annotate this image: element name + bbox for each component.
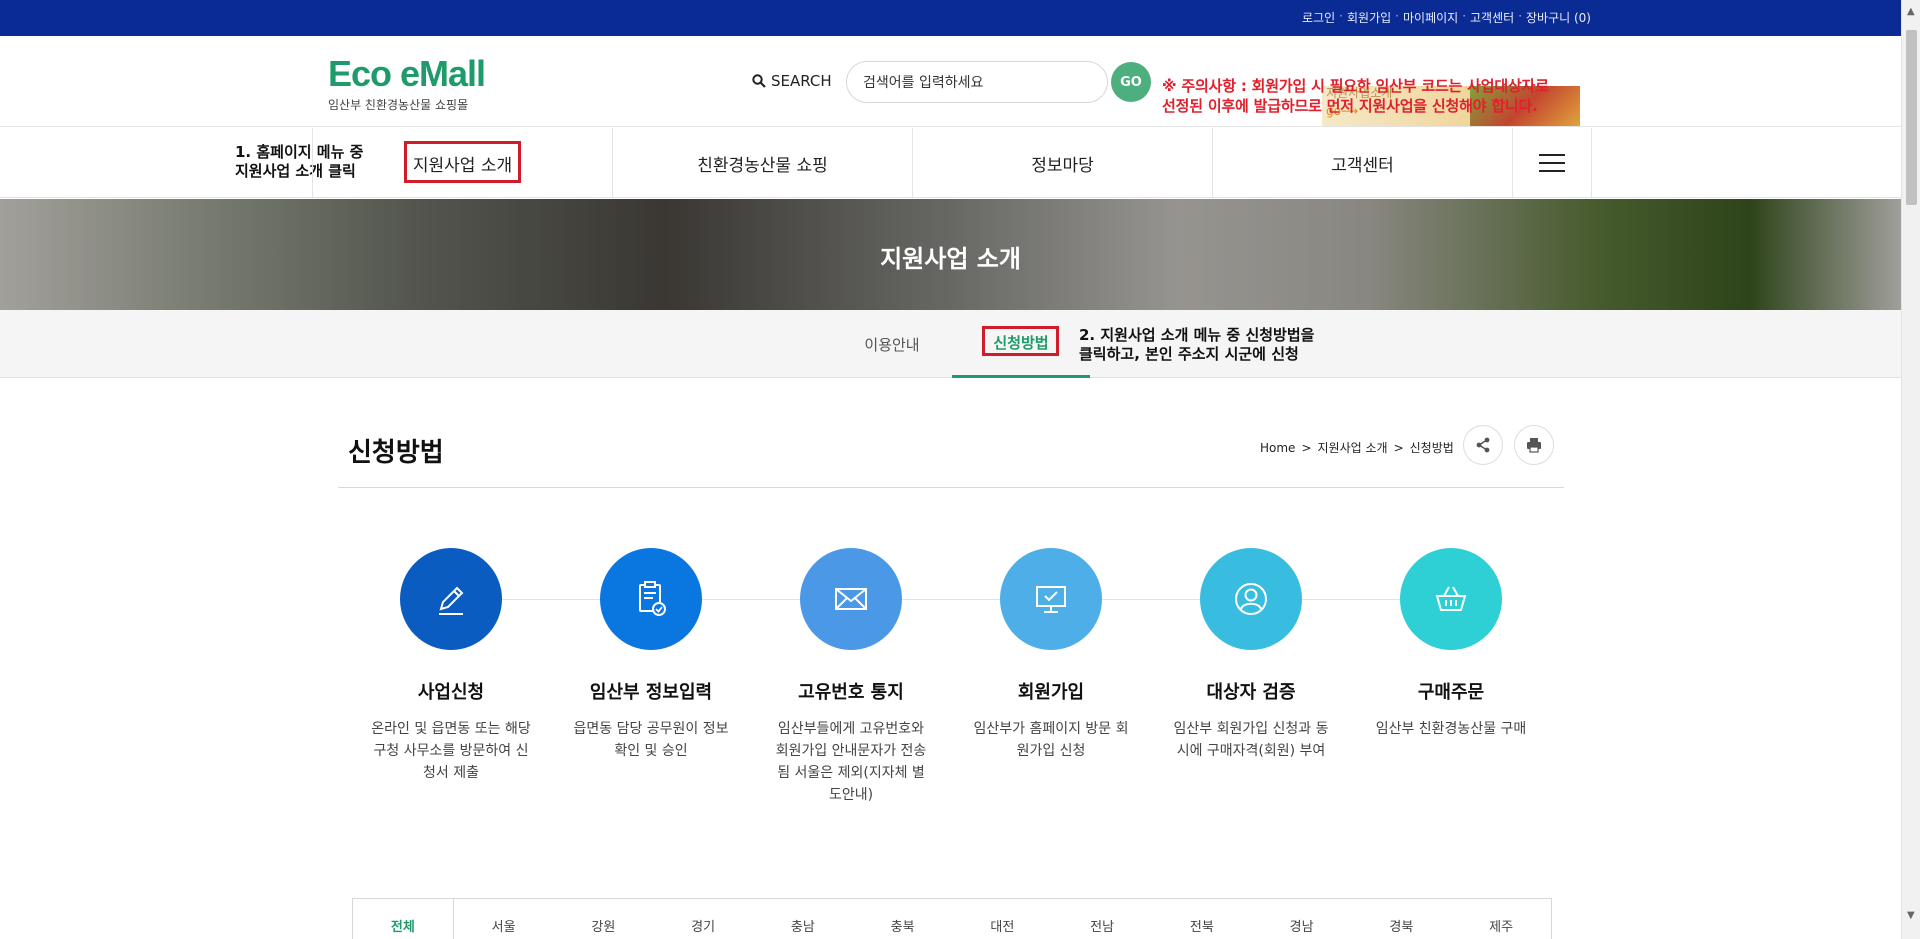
search-input[interactable]: 검색어를 입력하세요	[846, 61, 1108, 103]
notice-annotation: ※ 주의사항 : 회원가입 시 필요한 임산부 코드는 사업대상자로 선정된 이…	[1162, 77, 1549, 115]
step-name: 임산부 정보입력	[589, 682, 713, 703]
step-circle	[1400, 548, 1502, 650]
step-circle	[400, 548, 502, 650]
hero-banner: 지원사업 소개	[0, 199, 1901, 310]
region-tab-jeonnam[interactable]: 전남	[1052, 899, 1152, 939]
user-circle-icon	[1235, 583, 1267, 615]
step-info-input: 임산부 정보입력 읍면동 담당 공무원이 정보 확인 및 승인	[551, 548, 751, 762]
pen-icon	[439, 586, 464, 615]
region-tab-chungnam[interactable]: 충남	[753, 899, 853, 939]
all-menu-button[interactable]	[1512, 128, 1592, 198]
site-logo[interactable]: Eco eMall 임산부 친환경농산물 쇼핑몰	[328, 53, 486, 113]
customer-center-link[interactable]: 고객센터	[1470, 9, 1514, 26]
search-icon	[752, 74, 766, 88]
breadcrumb-home[interactable]: Home	[1260, 441, 1295, 455]
step-name: 사업신청	[417, 682, 485, 703]
nav-eco-shopping[interactable]: 친환경농산물 쇼핑	[612, 128, 912, 198]
title-divider	[338, 487, 1564, 488]
envelope-icon	[835, 588, 867, 610]
step-signup: 회원가입 임산부가 홈페이지 방문 회원가입 신청	[951, 548, 1151, 762]
step-name: 회원가입	[1017, 682, 1085, 703]
scrollbar-thumb[interactable]	[1906, 30, 1917, 205]
search-placeholder: 검색어를 입력하세요	[863, 75, 984, 91]
breadcrumb: Home > 지원사업 소개 > 신청방법	[1260, 439, 1454, 456]
hamburger-icon	[1539, 154, 1565, 172]
tab-usage-guide[interactable]: 이용안내	[832, 310, 952, 378]
step-circle	[1200, 548, 1302, 650]
utility-links: 로그인 · 회원가입 · 마이페이지 · 고객센터 · 장바구니 (0)	[1302, 9, 1591, 26]
print-button[interactable]	[1514, 425, 1554, 465]
step-desc: 임산부 친환경농산물 구매	[1375, 721, 1527, 737]
step-name: 대상자 검증	[1206, 682, 1296, 703]
sub-tabs: 이용안내 신청방법 2. 지원사업 소개 메뉴 중 신청방법을 클릭하고, 본인…	[0, 310, 1901, 378]
page-title: 신청방법	[348, 438, 444, 468]
step2-annotation: 2. 지원사업 소개 메뉴 중 신청방법을 클릭하고, 본인 주소지 시군에 신…	[1079, 326, 1315, 363]
document-check-icon	[639, 581, 666, 616]
top-utility-bar: 로그인 · 회원가입 · 마이페이지 · 고객센터 · 장바구니 (0)	[0, 0, 1901, 36]
step-desc: 읍면동 담당 공무원이 정보 확인 및 승인	[573, 721, 729, 759]
region-tab-all[interactable]: 전체	[353, 899, 454, 939]
search-label: SEARCH	[752, 72, 832, 90]
search-go-button[interactable]: GO	[1111, 62, 1151, 102]
region-tab-jeju[interactable]: 제주	[1451, 899, 1551, 939]
region-tab-gyeongnam[interactable]: 경남	[1252, 899, 1352, 939]
step-desc: 임산부 회원가입 신청과 동시에 구매자격(회원) 부여	[1173, 721, 1329, 759]
step-name: 구매주문	[1417, 682, 1485, 703]
step-circle	[1000, 548, 1102, 650]
region-tabs: 전체 서울 강원 경기 충남 충북 대전 전남 전북 경남 경북 제주	[352, 898, 1552, 939]
step-circle	[600, 548, 702, 650]
mypage-link[interactable]: 마이페이지	[1403, 9, 1458, 26]
highlight-box-how-to-apply	[982, 326, 1059, 356]
region-tab-gangwon[interactable]: 강원	[554, 899, 654, 939]
breadcrumb-support-intro[interactable]: 지원사업 소개	[1318, 439, 1388, 456]
share-icon	[1476, 437, 1490, 453]
step-circle	[800, 548, 902, 650]
cart-link[interactable]: 장바구니 (0)	[1526, 9, 1591, 26]
step-desc: 온라인 및 읍면동 또는 해당구청 사무소를 방문하여 신청서 제출	[371, 721, 531, 781]
step-name: 고유번호 통지	[798, 682, 904, 703]
region-tab-gyeongbuk[interactable]: 경북	[1352, 899, 1452, 939]
signup-link[interactable]: 회원가입	[1347, 9, 1391, 26]
site-header: Eco eMall 임산부 친환경농산물 쇼핑몰 SEARCH 검색어를 입력하…	[0, 36, 1901, 127]
step-verification: 대상자 검증 임산부 회원가입 신청과 동시에 구매자격(회원) 부여	[1151, 548, 1351, 762]
step-purchase: 구매주문 임산부 친환경농산물 구매	[1351, 548, 1551, 740]
scroll-down-icon[interactable]: ▼	[1907, 910, 1915, 921]
hero-title: 지원사업 소개	[880, 245, 1021, 273]
step-id-notice: 고유번호 통지 임산부들에게 고유번호와 회원가입 안내문자가 전송됨 서울은 …	[751, 548, 951, 806]
nav-info[interactable]: 정보마당	[912, 128, 1212, 198]
region-tab-gyeonggi[interactable]: 경기	[653, 899, 753, 939]
monitor-check-icon	[1036, 586, 1066, 613]
step-apply: 사업신청 온라인 및 읍면동 또는 해당구청 사무소를 방문하여 신청서 제출	[351, 548, 551, 784]
highlight-box-support-intro	[404, 141, 521, 183]
print-icon	[1527, 438, 1541, 453]
region-tab-seoul[interactable]: 서울	[454, 899, 554, 939]
scroll-up-icon[interactable]: ▲	[1907, 6, 1915, 17]
login-link[interactable]: 로그인	[1302, 9, 1335, 26]
region-tab-chungbuk[interactable]: 충북	[853, 899, 953, 939]
share-button[interactable]	[1463, 425, 1503, 465]
region-tab-jeonbuk[interactable]: 전북	[1152, 899, 1252, 939]
logo-text: Eco eMall	[328, 53, 486, 94]
step-desc: 임산부가 홈페이지 방문 회원가입 신청	[973, 721, 1129, 759]
breadcrumb-current: 신청방법	[1409, 441, 1454, 455]
logo-subtitle: 임산부 친환경농산물 쇼핑몰	[328, 98, 469, 112]
basket-icon	[1435, 586, 1467, 611]
region-tab-daejeon[interactable]: 대전	[953, 899, 1053, 939]
step-desc: 임산부들에게 고유번호와 회원가입 안내문자가 전송됨 서울은 제외(지자체 별…	[775, 721, 927, 803]
nav-customer-center[interactable]: 고객센터	[1212, 128, 1512, 198]
main-navigation: 1. 홈페이지 메뉴 중 지원사업 소개 클릭 지원사업 소개 친환경농산물 쇼…	[0, 128, 1901, 198]
page-scrollbar[interactable]: ▲ ▼	[1901, 0, 1920, 939]
